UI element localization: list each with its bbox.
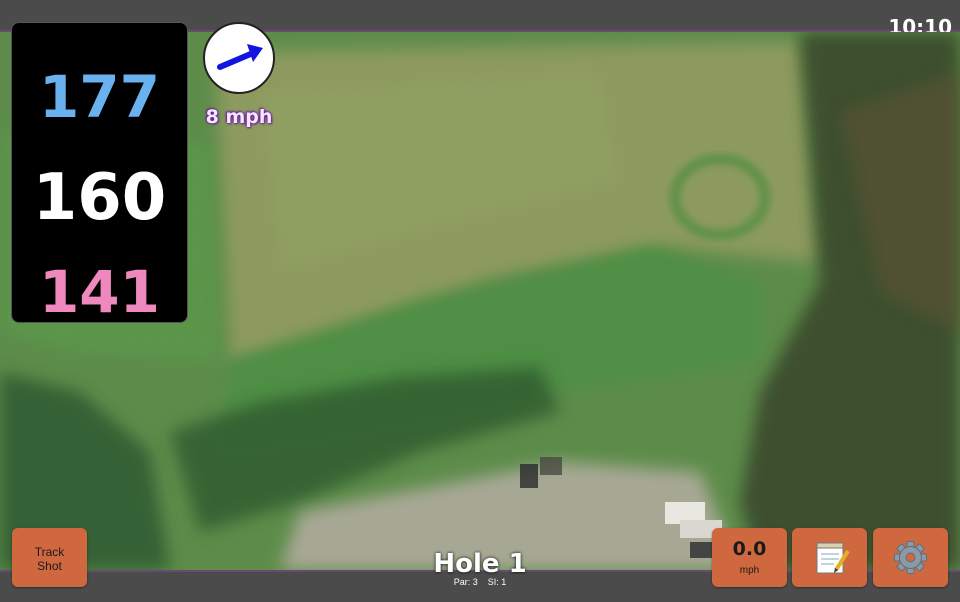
speed-button[interactable]: 0.0 mph — [712, 528, 787, 587]
front-yardage: 141 — [38, 258, 161, 326]
track-shot-button[interactable]: Track Shot — [12, 528, 87, 587]
yardage-panel: 177 160 141 — [11, 22, 188, 326]
back-yardage: 177 — [38, 63, 161, 131]
par-label: Par: 3 — [453, 577, 478, 587]
hole-info: Par: 3 SI: 1 — [380, 577, 580, 587]
track-shot-label-line1: Track — [34, 545, 65, 559]
si-label: SI: 1 — [487, 577, 507, 587]
middle-yardage: 160 — [32, 161, 167, 235]
wind-speed: 8 mph — [205, 106, 273, 128]
speed-unit: mph — [739, 565, 760, 576]
hole-title: Hole 1 — [433, 549, 527, 579]
speed-value: 0.0 — [732, 538, 767, 560]
settings-button[interactable] — [873, 528, 948, 587]
track-shot-label-line2: Shot — [37, 559, 62, 573]
notes-button[interactable] — [792, 528, 867, 587]
gear-icon — [894, 541, 927, 574]
notepad-icon — [816, 542, 850, 574]
wind-direction-arrow-icon — [203, 22, 275, 94]
